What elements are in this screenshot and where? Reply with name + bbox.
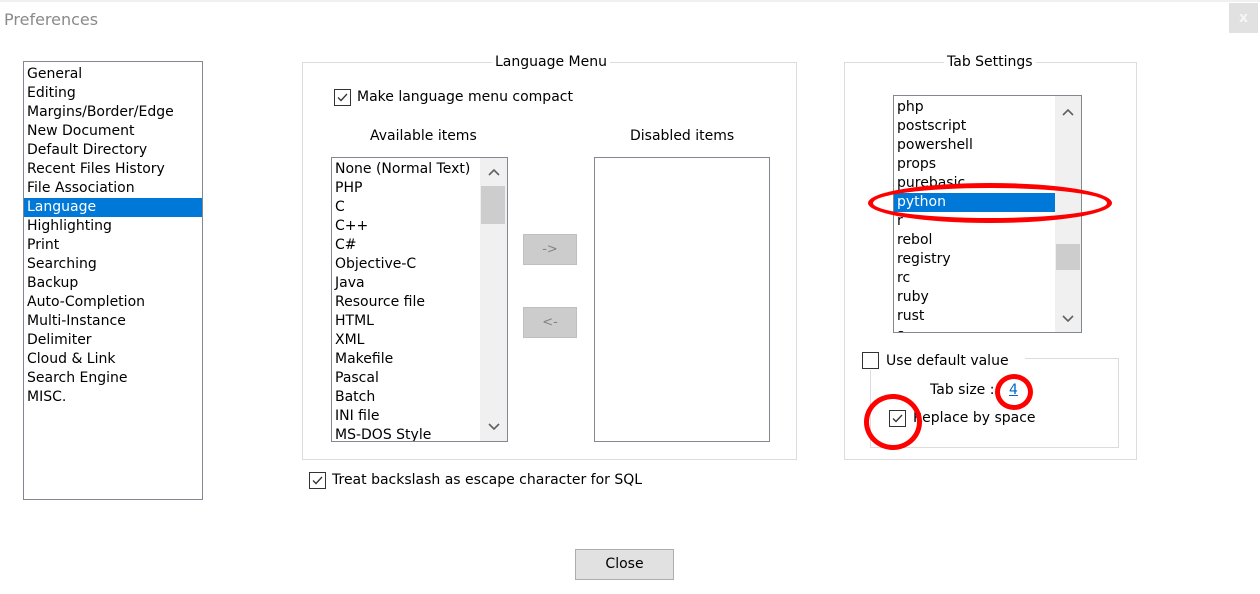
chevron-down-icon (487, 422, 500, 430)
sql-backslash-label: Treat backslash as escape character for … (332, 472, 643, 488)
disabled-items-list[interactable] (594, 157, 770, 442)
sidebar-item[interactable]: File Association (24, 179, 202, 198)
checkmark-icon (312, 476, 323, 485)
tab-language-item[interactable]: registry (894, 250, 1055, 269)
sidebar-item[interactable]: Margins/Border/Edge (24, 103, 202, 122)
tab-settings-legend: Tab Settings (944, 54, 1036, 70)
sidebar-item[interactable]: New Document (24, 122, 202, 141)
chevron-up-icon (1061, 108, 1074, 116)
sidebar-item[interactable]: Recent Files History (24, 160, 202, 179)
tab-language-item[interactable]: powershell (894, 136, 1055, 155)
sidebar-item[interactable]: Language (24, 198, 202, 217)
sidebar-item[interactable]: Backup (24, 274, 202, 293)
sidebar-item[interactable]: Default Directory (24, 141, 202, 160)
available-item[interactable]: Batch (332, 388, 477, 407)
sidebar-item[interactable]: General (24, 65, 202, 84)
replace-by-space-checkbox[interactable] (889, 410, 906, 427)
available-items-header: Available items (370, 128, 477, 144)
tab-language-scrollbar[interactable] (1055, 96, 1081, 332)
tab-language-item[interactable]: props (894, 155, 1055, 174)
tab-language-list[interactable]: php postscript powershell props purebasic pyt… (893, 95, 1082, 333)
available-item[interactable]: Pascal (332, 369, 477, 388)
available-item[interactable]: Java (332, 274, 477, 293)
tab-language-item[interactable]: rebol (894, 231, 1055, 250)
move-to-disabled-button[interactable]: -> (523, 234, 577, 265)
sidebar-item[interactable]: Multi-Instance (24, 312, 202, 331)
replace-by-space-label: Replace by space (913, 410, 1036, 426)
checkmark-icon (337, 93, 348, 102)
use-default-label: Use default value (886, 353, 1009, 369)
move-to-available-button[interactable]: <- (523, 307, 577, 338)
window-close-button[interactable]: x (1229, 3, 1258, 33)
tab-language-item[interactable]: ruby (894, 288, 1055, 307)
scroll-up-arrow[interactable] (1059, 103, 1076, 120)
checkmark-icon (892, 414, 903, 423)
available-item[interactable]: C (332, 198, 477, 217)
compact-menu-checkbox[interactable] (334, 89, 351, 106)
scroll-thumb[interactable] (1056, 244, 1080, 270)
sidebar-item[interactable]: Searching (24, 255, 202, 274)
chevron-up-icon (487, 168, 500, 176)
scroll-down-arrow[interactable] (1059, 310, 1076, 327)
available-item[interactable]: INI file (332, 407, 477, 426)
available-item[interactable]: XML (332, 331, 477, 350)
scroll-thumb[interactable] (481, 186, 505, 224)
available-items-list[interactable]: None (Normal Text) PHP C C++ C# Objective-C Ja… (331, 157, 508, 442)
sidebar-item[interactable]: Highlighting (24, 217, 202, 236)
scroll-down-arrow[interactable] (485, 418, 502, 435)
available-item[interactable]: MS-DOS Style (332, 426, 477, 441)
available-items-scrollbar[interactable] (480, 158, 507, 441)
available-item[interactable]: HTML (332, 312, 477, 331)
scroll-up-arrow[interactable] (485, 163, 502, 180)
title-bar-border (0, 0, 1260, 2)
sidebar-category-list[interactable]: General Editing Margins/Border/Edge New Doc… (23, 61, 203, 500)
language-menu-legend: Language Menu (492, 54, 610, 70)
available-item[interactable]: Objective-C (332, 255, 477, 274)
available-item[interactable]: C++ (332, 217, 477, 236)
move-right-label: -> (542, 242, 558, 257)
move-left-label: <- (542, 315, 558, 330)
tab-language-item[interactable]: php (894, 98, 1055, 117)
close-icon: x (1238, 10, 1249, 26)
chevron-down-icon (1061, 314, 1074, 322)
tab-size-value-link[interactable]: 4 (1008, 381, 1019, 399)
tab-language-item[interactable]: r (894, 212, 1055, 231)
sql-backslash-checkbox[interactable] (309, 472, 326, 489)
tab-language-item[interactable]: postscript (894, 117, 1055, 136)
sidebar-item[interactable]: Print (24, 236, 202, 255)
sidebar-item[interactable]: Delimiter (24, 331, 202, 350)
use-default-checkbox[interactable] (862, 352, 879, 369)
close-button[interactable]: Close (575, 549, 674, 580)
tab-language-item[interactable]: python (894, 193, 1055, 212)
tab-size-label: Tab size : (930, 382, 995, 398)
sidebar-item[interactable]: MISC. (24, 388, 202, 407)
tab-language-item[interactable]: s (894, 326, 1055, 332)
sidebar-item[interactable]: Editing (24, 84, 202, 103)
sidebar-item[interactable]: Search Engine (24, 369, 202, 388)
available-item[interactable]: Resource file (332, 293, 477, 312)
sidebar-item[interactable]: Cloud & Link (24, 350, 202, 369)
available-item[interactable]: C# (332, 236, 477, 255)
close-button-label: Close (605, 556, 644, 572)
available-item[interactable]: Makefile (332, 350, 477, 369)
compact-menu-label: Make language menu compact (357, 89, 573, 105)
tab-language-item[interactable]: rc (894, 269, 1055, 288)
available-item[interactable]: PHP (332, 179, 477, 198)
use-default-subgroup (870, 358, 1119, 448)
available-item[interactable]: None (Normal Text) (332, 160, 477, 179)
sidebar-item[interactable]: Auto-Completion (24, 293, 202, 312)
disabled-items-header: Disabled items (630, 128, 735, 144)
window-title: Preferences (4, 10, 99, 29)
tab-language-item[interactable]: rust (894, 307, 1055, 326)
tab-language-item[interactable]: purebasic (894, 174, 1055, 193)
